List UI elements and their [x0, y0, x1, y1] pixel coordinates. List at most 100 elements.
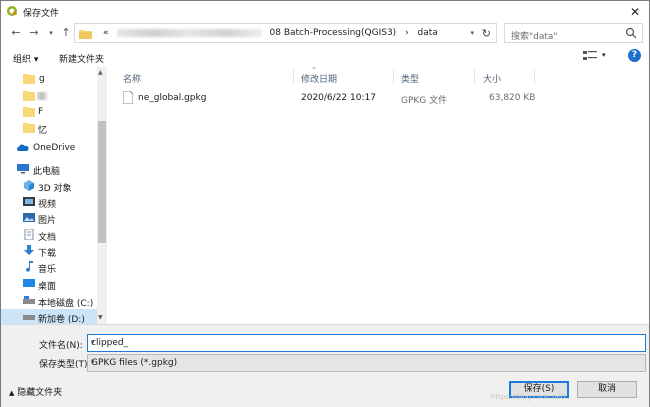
sidebar-item-drive-c[interactable]: 本地磁盘 (C:) — [1, 293, 97, 309]
column-divider[interactable] — [393, 69, 394, 84]
sidebar-item-label: 音乐 — [38, 265, 57, 275]
computer-icon — [17, 164, 29, 174]
sidebar-item-folder-3[interactable]: F — [1, 104, 97, 120]
search-icon — [625, 27, 637, 39]
filetype-label: 保存类型(T): — [39, 360, 91, 370]
sidebar-item-label: 此电脑 — [33, 167, 61, 177]
organize-button[interactable]: 组织 ▾ — [13, 52, 38, 65]
drive-icon — [23, 296, 35, 304]
close-icon[interactable]: ✕ — [627, 4, 643, 20]
redacted-label — [37, 92, 47, 100]
sidebar-item-label: F — [38, 107, 44, 117]
sidebar-item-label: 3D 对象 — [38, 184, 72, 194]
chevron-down-icon[interactable]: ▾ — [91, 338, 641, 346]
breadcrumb-overflow[interactable]: « — [103, 28, 109, 38]
column-name[interactable]: 名称 — [123, 72, 141, 85]
folder-icon — [23, 123, 35, 133]
sidebar-item-drive-d[interactable]: 新加卷 (D:) — [1, 309, 97, 325]
file-icon — [123, 91, 133, 104]
sidebar-item-videos[interactable]: 视频 — [1, 194, 97, 210]
sidebar-item-pictures[interactable]: 图片 — [1, 210, 97, 226]
sidebar-item-onedrive[interactable]: OneDrive — [1, 140, 97, 156]
sidebar-item-music[interactable]: 音乐 — [1, 259, 97, 275]
sidebar-item-label: 文档 — [38, 233, 57, 243]
navigation-scrollbar[interactable]: ▲ ▼ — [97, 67, 107, 324]
hide-folders-toggle[interactable]: ▲ 隐藏文件夹 — [9, 385, 62, 398]
folder-icon — [79, 30, 92, 39]
file-size: 63,820 KB — [489, 93, 536, 103]
sidebar-item-folder-2[interactable] — [1, 88, 97, 104]
back-arrow-icon[interactable]: ← — [9, 25, 23, 41]
chevron-down-icon[interactable]: ▾ — [91, 358, 641, 366]
sidebar-item-downloads[interactable]: 下载 — [1, 243, 97, 259]
sidebar-item-label: 视频 — [38, 200, 57, 210]
cancel-button[interactable]: 取消 — [577, 381, 637, 398]
address-dropdown-icon[interactable]: ▾ — [470, 29, 474, 37]
filename-label: 文件名(N): — [39, 341, 83, 351]
qgis-icon — [7, 6, 18, 16]
file-name: ne_global.gpkg — [138, 93, 207, 103]
filetype-select[interactable]: GPKG files (*.gpkg) ▾ — [87, 354, 646, 372]
folder-icon — [23, 74, 35, 84]
column-divider[interactable] — [293, 69, 294, 84]
cloud-icon — [17, 144, 29, 151]
watermark: https://blog.csdn.net/... — [491, 393, 573, 401]
toolbar: 组织 ▾ 新建文件夹 ▾ ? — [1, 46, 649, 67]
help-icon[interactable]: ? — [628, 49, 641, 62]
file-modified: 2020/6/22 10:17 — [301, 93, 376, 103]
music-icon — [26, 261, 33, 272]
window-title: 保存文件 — [23, 9, 60, 19]
video-icon — [23, 197, 35, 206]
sidebar-item-label: 图片 — [38, 216, 57, 226]
sidebar-item-label: 本地磁盘 (C:) — [38, 299, 94, 309]
breadcrumb-separator: › — [405, 28, 409, 38]
file-type: GPKG 文件 — [401, 96, 448, 106]
column-type[interactable]: 类型 — [401, 72, 419, 85]
sidebar-item-documents[interactable]: 文档 — [1, 227, 97, 243]
file-list-header: ⌃ 名称 修改日期 类型 大小 — [108, 66, 649, 86]
recent-dropdown-icon[interactable]: ▾ — [44, 25, 58, 41]
navigation-pane: g F 忆 OneDrive 此电脑 3D 对象 视频 图片 文档 下载 音乐 … — [1, 67, 108, 325]
document-icon — [24, 229, 34, 240]
sidebar-item-3d-objects[interactable]: 3D 对象 — [1, 178, 97, 194]
breadcrumb-item-batch[interactable]: 08 Batch-Processing(QGIS3) — [270, 28, 397, 38]
redacted-path — [116, 28, 262, 37]
file-row[interactable]: ne_global.gpkg 2020/6/22 10:17 GPKG 文件 6… — [121, 89, 541, 107]
up-arrow-icon[interactable]: ↑ — [59, 25, 73, 41]
refresh-icon[interactable]: ↻ — [482, 27, 491, 40]
search-input[interactable]: 搜索"data" — [511, 29, 558, 42]
search-box[interactable]: 搜索"data" — [504, 23, 643, 43]
breadcrumb-item-data[interactable]: data — [418, 28, 438, 38]
sidebar-item-folder-1[interactable]: g — [1, 71, 97, 87]
address-bar[interactable]: « 08 Batch-Processing(QGIS3) › data ▾ ↻ — [74, 23, 497, 43]
title-bar: 保存文件 ✕ — [1, 1, 649, 23]
filename-field[interactable]: clipped_ ▾ — [87, 334, 646, 352]
sidebar-item-label: OneDrive — [33, 143, 76, 153]
scroll-thumb[interactable] — [98, 121, 106, 243]
column-divider[interactable] — [474, 69, 475, 84]
scroll-down-icon[interactable]: ▼ — [98, 314, 103, 321]
sidebar-item-this-pc[interactable]: 此电脑 — [1, 161, 97, 177]
view-options-icon[interactable] — [583, 50, 597, 62]
download-icon — [24, 245, 34, 255]
sidebar-item-label: 忆 — [38, 126, 48, 136]
forward-arrow-icon[interactable]: → — [27, 25, 41, 41]
drive-icon — [23, 315, 35, 320]
hide-folders-label: 隐藏文件夹 — [17, 388, 63, 398]
sidebar-item-label: 桌面 — [38, 282, 57, 292]
scroll-up-icon[interactable]: ▲ — [98, 69, 103, 76]
new-folder-button[interactable]: 新建文件夹 — [59, 52, 104, 65]
sidebar-item-label: g — [39, 74, 45, 84]
picture-icon — [23, 213, 35, 222]
sidebar-item-folder-4[interactable]: 忆 — [1, 120, 97, 136]
column-size[interactable]: 大小 — [483, 72, 501, 85]
desktop-icon — [23, 279, 35, 287]
column-modified[interactable]: 修改日期 — [301, 72, 337, 85]
sidebar-item-desktop[interactable]: 桌面 — [1, 276, 97, 292]
cube-icon — [24, 180, 34, 191]
breadcrumb: « 08 Batch-Processing(QGIS3) › data — [103, 28, 438, 38]
view-dropdown-icon[interactable]: ▾ — [602, 51, 606, 59]
sidebar-item-label: 下载 — [38, 249, 57, 259]
column-divider[interactable] — [534, 69, 535, 84]
save-file-dialog: 保存文件 ✕ ← → ▾ ↑ « 08 Batch-Processing(QGIS… — [0, 0, 650, 407]
